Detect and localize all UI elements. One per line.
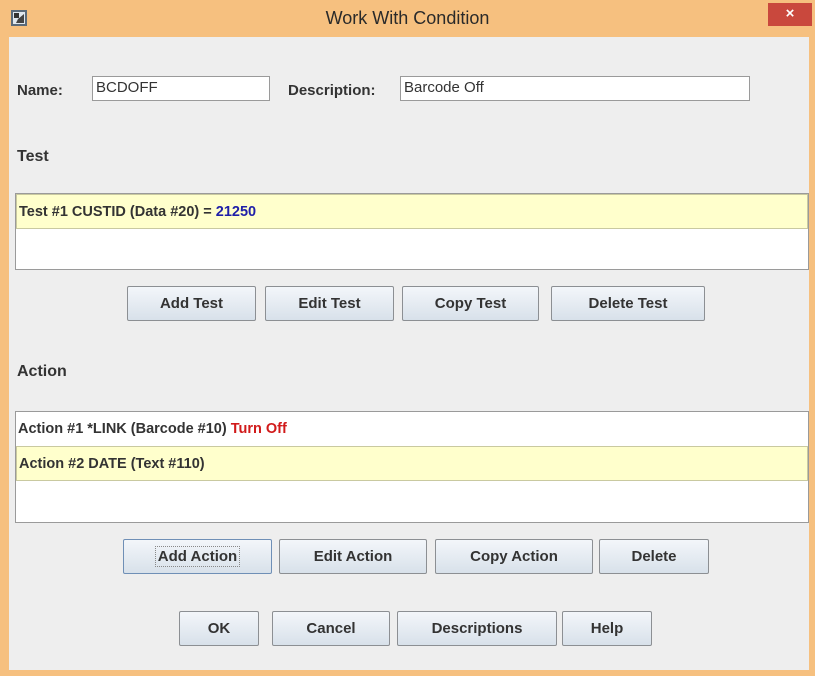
test-row[interactable]: Test #1 CUSTID (Data #20) = 21250 — [16, 194, 808, 229]
copy-action-button[interactable]: Copy Action — [435, 539, 593, 574]
edit-test-button[interactable]: Edit Test — [265, 286, 394, 321]
action-row-value: Turn Off — [230, 421, 287, 437]
description-field[interactable]: Barcode Off — [400, 76, 750, 101]
dialog-content: Name: BCDOFF Description: Barcode Off Te… — [9, 37, 809, 670]
test-row-value: 21250 — [215, 204, 257, 220]
close-button[interactable]: × — [768, 3, 812, 26]
dialog-window: Work With Condition × Name: BCDOFF Descr… — [0, 0, 815, 676]
name-field[interactable]: BCDOFF — [92, 76, 270, 101]
action-list[interactable]: Action #1 *LINK (Barcode #10) Turn Off A… — [15, 411, 809, 523]
action-row-text: Action #2 DATE (Text #110) — [19, 456, 205, 472]
descriptions-button[interactable]: Descriptions — [397, 611, 557, 646]
delete-test-button[interactable]: Delete Test — [551, 286, 705, 321]
name-label: Name: — [17, 82, 63, 99]
action-row-text: Action #1 *LINK (Barcode #10) — [18, 421, 231, 437]
cancel-button[interactable]: Cancel — [272, 611, 390, 646]
description-label: Description: — [288, 82, 376, 99]
action-row[interactable]: Action #2 DATE (Text #110) — [16, 446, 808, 481]
add-test-button[interactable]: Add Test — [127, 286, 256, 321]
ok-button[interactable]: OK — [179, 611, 259, 646]
add-action-label: Add Action — [154, 546, 241, 567]
edit-action-button[interactable]: Edit Action — [279, 539, 427, 574]
test-row-text: Test #1 CUSTID (Data #20) = — [19, 204, 216, 220]
test-list[interactable]: Test #1 CUSTID (Data #20) = 21250 — [15, 193, 809, 270]
action-row[interactable]: Action #1 *LINK (Barcode #10) Turn Off — [16, 412, 808, 447]
delete-action-button[interactable]: Delete — [599, 539, 709, 574]
add-action-button[interactable]: Add Action — [123, 539, 272, 574]
copy-test-button[interactable]: Copy Test — [402, 286, 539, 321]
window-title: Work With Condition — [325, 8, 490, 28]
action-section-title: Action — [17, 363, 67, 380]
title-bar[interactable]: Work With Condition × — [0, 0, 815, 37]
test-section-title: Test — [17, 148, 49, 165]
help-button[interactable]: Help — [562, 611, 652, 646]
